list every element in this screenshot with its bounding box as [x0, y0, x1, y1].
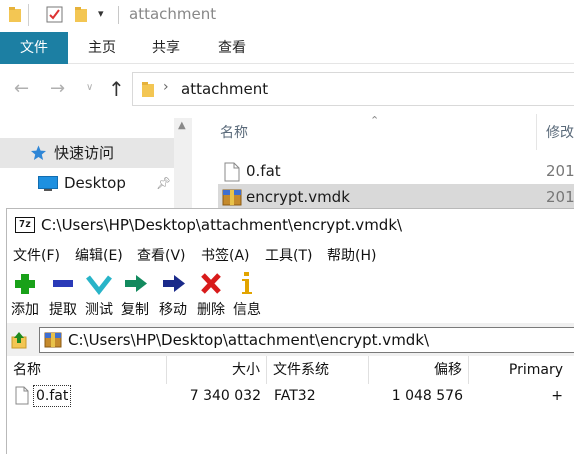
ribbon-tabs: 文件 主页 共享 查看 — [0, 32, 574, 64]
toolbar: 添加 提取 测试 复制 移动 删除 信息 — [7, 267, 574, 323]
folder-icon[interactable] — [8, 6, 22, 24]
menu-view[interactable]: 查看(V) — [137, 245, 186, 265]
archive-file-list: 名称 大小 文件系统 偏移 Primary 0.fat 7 340 032 FA… — [7, 356, 574, 454]
parent-folder-icon[interactable] — [11, 331, 27, 349]
star-icon — [31, 145, 46, 160]
info-icon — [242, 272, 252, 294]
menu-file[interactable]: 文件(F) — [13, 245, 60, 265]
separator — [28, 4, 29, 26]
forward-arrow-icon[interactable]: → — [50, 78, 65, 99]
file-icon — [224, 162, 240, 182]
column-header-modified[interactable]: 修改 — [546, 122, 574, 142]
file-date: 201 — [546, 162, 574, 180]
7zip-app-icon[interactable]: 7z — [15, 217, 35, 233]
properties-icon[interactable] — [46, 6, 64, 24]
folder-icon — [142, 82, 154, 97]
column-header-primary[interactable]: Primary — [469, 356, 569, 384]
pin-icon[interactable]: 📌︎ — [156, 168, 171, 198]
back-arrow-icon[interactable]: ← — [14, 78, 29, 99]
column-header-size[interactable]: 大小 — [167, 356, 267, 384]
file-list: ⌃ 名称 修改 0.fat 201 encrypt.vmdk 201 — [196, 114, 574, 214]
file-system: FAT32 — [274, 388, 316, 404]
tab-file[interactable]: 文件 — [0, 32, 68, 64]
copy-button[interactable]: 复制 — [117, 271, 153, 319]
explorer-titlebar: ▾ attachment — [0, 0, 574, 32]
column-header-filesystem[interactable]: 文件系统 — [267, 356, 369, 384]
file-size: 7 340 032 — [189, 388, 261, 404]
copy-icon — [125, 275, 147, 292]
list-item[interactable]: encrypt.vmdk 201 — [218, 184, 574, 210]
toolbar-label: 提取 — [49, 302, 77, 318]
test-icon — [86, 275, 112, 295]
file-icon — [15, 386, 29, 405]
toolbar-label: 添加 — [11, 302, 39, 318]
toolbar-label: 测试 — [85, 302, 113, 318]
window-title: attachment — [129, 5, 217, 23]
toolbar-label: 移动 — [159, 302, 187, 318]
add-button[interactable]: 添加 — [7, 271, 43, 319]
column-header-name[interactable]: 名称 — [220, 122, 248, 142]
delete-icon — [201, 273, 221, 294]
7zip-titlebar: 7z C:\Users\HP\Desktop\attachment\encryp… — [7, 209, 574, 243]
add-icon — [15, 274, 35, 294]
extract-button[interactable]: 提取 — [45, 271, 81, 319]
menu-tools[interactable]: 工具(T) — [265, 245, 312, 265]
delete-button[interactable]: 删除 — [193, 271, 229, 319]
tab-home[interactable]: 主页 — [82, 32, 122, 64]
nav-item-desktop[interactable]: Desktop 📌︎ — [0, 168, 174, 198]
desktop-icon — [38, 176, 58, 191]
path-input[interactable]: C:\Users\HP\Desktop\attachment\encrypt.v… — [39, 327, 574, 353]
file-primary: + — [551, 388, 563, 404]
move-button[interactable]: 移动 — [155, 271, 191, 319]
window-title: C:\Users\HP\Desktop\attachment\encrypt.v… — [41, 216, 403, 234]
menu-bar: 文件(F) 编辑(E) 查看(V) 书签(A) 工具(T) 帮助(H) — [7, 243, 574, 267]
menu-help[interactable]: 帮助(H) — [327, 245, 376, 265]
chevron-right-icon[interactable]: › — [163, 79, 169, 95]
menu-bookmarks[interactable]: 书签(A) — [201, 245, 250, 265]
navigation-scrollbar[interactable]: ▲ — [174, 118, 192, 214]
scroll-up-icon[interactable]: ▲ — [178, 120, 186, 131]
move-icon — [163, 275, 185, 292]
archive-icon — [222, 189, 242, 206]
column-header-offset[interactable]: 偏移 — [369, 356, 469, 384]
customize-qat-icon[interactable]: ▾ — [98, 7, 104, 20]
file-offset: 1 048 576 — [391, 388, 463, 404]
tab-view[interactable]: 查看 — [212, 32, 252, 64]
test-button[interactable]: 测试 — [81, 271, 117, 319]
path-text: C:\Users\HP\Desktop\attachment\encrypt.v… — [68, 331, 430, 349]
archive-icon — [44, 332, 62, 348]
navigation-pane: 快速访问 Desktop 📌︎ — [0, 114, 196, 214]
file-name: encrypt.vmdk — [246, 188, 350, 206]
file-name: 0.fat — [33, 385, 72, 407]
menu-edit[interactable]: 编辑(E) — [75, 245, 123, 265]
address-bar[interactable]: › attachment — [132, 72, 574, 106]
list-item[interactable]: 0.fat 201 — [218, 158, 574, 184]
toolbar-label: 复制 — [121, 302, 149, 318]
new-folder-icon[interactable] — [74, 6, 88, 24]
recent-locations-icon[interactable]: ∨ — [86, 82, 93, 93]
nav-item-label: Desktop — [64, 174, 126, 192]
toolbar-label: 信息 — [233, 302, 261, 318]
separator — [118, 6, 119, 24]
extract-icon — [53, 280, 73, 287]
column-divider[interactable] — [536, 114, 537, 150]
table-row[interactable]: 0.fat 7 340 032 FAT32 1 048 576 + — [7, 384, 574, 408]
nav-item-label: 快速访问 — [54, 144, 115, 162]
7zip-window: 7z C:\Users\HP\Desktop\attachment\encryp… — [6, 208, 574, 454]
column-header-name[interactable]: 名称 — [7, 356, 167, 384]
path-bar: C:\Users\HP\Desktop\attachment\encrypt.v… — [7, 325, 574, 355]
file-date: 201 — [546, 188, 574, 206]
file-name: 0.fat — [246, 162, 281, 180]
address-path: attachment — [181, 80, 269, 98]
info-button[interactable]: 信息 — [229, 271, 265, 319]
sort-ascending-icon: ⌃ — [370, 114, 380, 127]
up-arrow-icon[interactable]: ↑ — [108, 77, 125, 101]
nav-item-quick-access[interactable]: 快速访问 — [0, 138, 174, 168]
tab-share[interactable]: 共享 — [146, 32, 186, 64]
toolbar-label: 删除 — [197, 302, 225, 318]
